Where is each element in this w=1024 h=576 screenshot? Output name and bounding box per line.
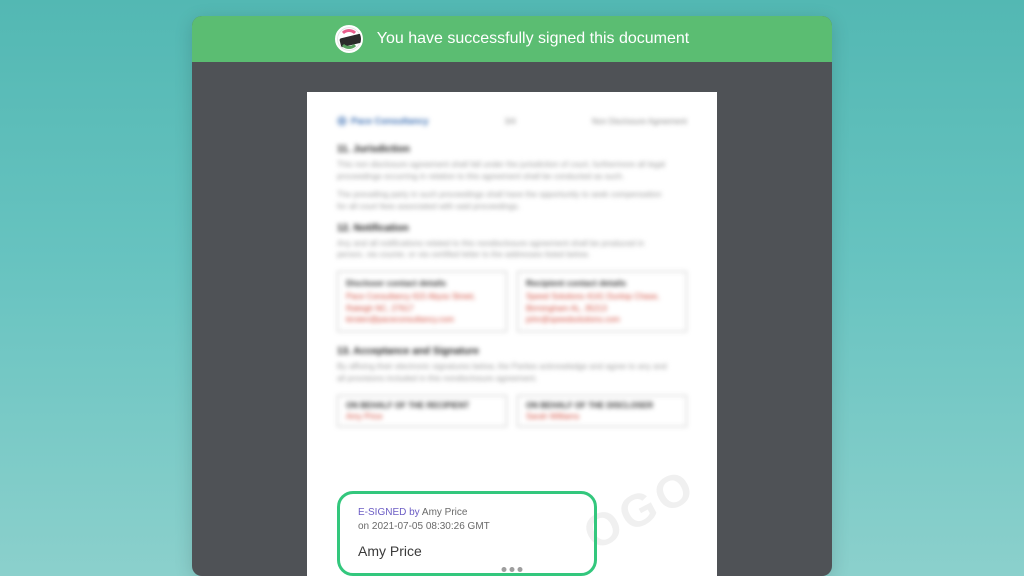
esigned-stamp-icon	[335, 25, 363, 53]
signing-app-window: You have successfully signed this docume…	[192, 16, 832, 576]
signer-name-inline: Amy Price	[422, 507, 468, 518]
section-notification-title: 12. Notification	[337, 223, 687, 234]
signature-display-name: Amy Price	[358, 543, 576, 559]
behalf-recipient: ON BEHALF OF THE RECIPIENT Amy Price	[337, 395, 507, 427]
discloser-body: Pace Consultancy 615 Abyss Street, Ralei…	[346, 291, 498, 325]
signature-meta: E-SIGNED by Amy Price on 2021-07-05 08:3…	[358, 506, 576, 533]
discloser-contact-box: Discloser contact details Pace Consultan…	[337, 271, 507, 332]
section-jurisdiction-p1: This non disclosure agreement shall fall…	[337, 159, 667, 183]
document-page: OGO Pace Consultancy 3/4 Non Disclosure …	[307, 92, 717, 576]
behalf-recipient-name: Amy Price	[346, 412, 498, 421]
signature-highlight[interactable]: E-SIGNED by Amy Price on 2021-07-05 08:3…	[337, 491, 597, 576]
behalf-recipient-label: ON BEHALF OF THE RECIPIENT	[346, 401, 498, 410]
page-dots	[502, 567, 523, 572]
section-notification-p1: Any and all notifications related to thi…	[337, 238, 667, 262]
behalf-discloser-name: Sarah Williams	[526, 412, 678, 421]
behalf-discloser: ON BEHALF OF THE DISCLOSER Sarah William…	[517, 395, 687, 427]
section-acceptance-p1: By affixing their electronic signatures …	[337, 361, 667, 385]
recipient-heading: Recipient contact details	[526, 278, 678, 288]
signature-area: E-SIGNED by Amy Price on 2021-07-05 08:3…	[337, 491, 687, 576]
section-jurisdiction-p2: The prevailing party in such proceedings…	[337, 189, 667, 213]
document-title: Non Disclosure Agreement	[592, 117, 687, 126]
contact-boxes: Discloser contact details Pace Consultan…	[337, 271, 687, 332]
success-message: You have successfully signed this docume…	[377, 30, 689, 48]
recipient-body: Speed Solutions 4141 Dunlop Chase, Birmi…	[526, 291, 678, 325]
esigned-on-prefix: on	[358, 521, 372, 532]
discloser-heading: Discloser contact details	[346, 278, 498, 288]
company-logo: Pace Consultancy	[337, 116, 429, 126]
behalf-discloser-label: ON BEHALF OF THE DISCLOSER	[526, 401, 678, 410]
success-banner: You have successfully signed this docume…	[192, 16, 832, 62]
document-viewer[interactable]: OGO Pace Consultancy 3/4 Non Disclosure …	[192, 62, 832, 576]
page-indicator: 3/4	[505, 117, 516, 126]
esigned-prefix: E-SIGNED by	[358, 507, 422, 518]
recipient-contact-box: Recipient contact details Speed Solution…	[517, 271, 687, 332]
section-jurisdiction-title: 11. Jurisdiction	[337, 144, 687, 155]
section-acceptance-title: 13. Acceptance and Signature	[337, 346, 687, 357]
behalf-row: ON BEHALF OF THE RECIPIENT Amy Price ON …	[337, 395, 687, 427]
signature-timestamp: 2021-07-05 08:30:26 GMT	[372, 521, 490, 532]
document-header: Pace Consultancy 3/4 Non Disclosure Agre…	[337, 116, 687, 126]
